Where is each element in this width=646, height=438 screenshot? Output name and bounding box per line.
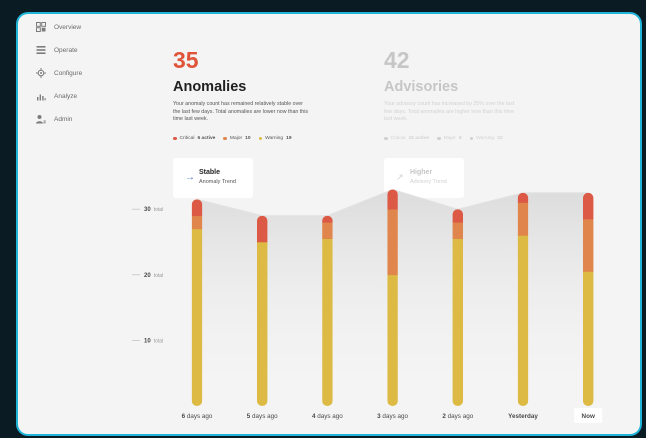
bar-5-days-ago[interactable]: [256, 215, 268, 407]
bar-segment-critical: [452, 209, 464, 223]
y-tick-label: 20 total: [144, 273, 163, 279]
bar-segment-critical: [191, 199, 203, 217]
bar-segment-warning: [256, 242, 268, 406]
bar-segment-critical: [387, 189, 398, 210]
bar-3-days-ago[interactable]: [387, 189, 398, 407]
bar-segment-major: [582, 219, 594, 272]
bar-segment-major: [387, 209, 398, 276]
x-axis-label[interactable]: 5 days ago: [247, 413, 278, 420]
bar-segment-warning: [322, 238, 333, 406]
bar-segment-warning: [582, 271, 594, 406]
bar-segment-warning: [387, 274, 398, 406]
y-tick-label: 10 total: [144, 338, 163, 344]
x-axis-label[interactable]: Yesterday: [508, 413, 538, 420]
x-axis-label[interactable]: 6 days ago: [182, 413, 213, 420]
x-axis-label[interactable]: Now: [582, 413, 595, 420]
bar-6-days-ago[interactable]: [191, 199, 203, 406]
x-axis-label[interactable]: 2 days ago: [442, 413, 473, 420]
bar-segment-major: [322, 222, 333, 240]
anomaly-stacked-bar-chart: 30 total 20 total 10 total 6 days ago 5 days ag…: [132, 188, 603, 423]
bar-segment-critical: [582, 192, 594, 220]
x-axis-label[interactable]: 3 days ago: [377, 413, 408, 420]
bar-segment-warning: [191, 228, 203, 406]
bar-segment-warning: [517, 235, 529, 406]
bar-segment-major: [191, 215, 203, 230]
bar-segment-major: [517, 202, 529, 236]
bar-segment-major: [452, 222, 464, 240]
bar-4-days-ago[interactable]: [322, 215, 333, 407]
bar-now[interactable]: [582, 192, 594, 406]
app-window: Overview Operate Configure Analyze Admin: [18, 14, 640, 434]
y-tick-label: 30 total: [144, 207, 163, 213]
x-axis-label[interactable]: 4 days ago: [312, 413, 343, 420]
bar-segment-warning: [452, 238, 464, 406]
bar-2-days-ago[interactable]: [452, 209, 464, 406]
bar-segment-critical: [517, 192, 529, 203]
bar-segment-critical: [256, 215, 268, 243]
bar-yesterday[interactable]: [517, 192, 529, 406]
